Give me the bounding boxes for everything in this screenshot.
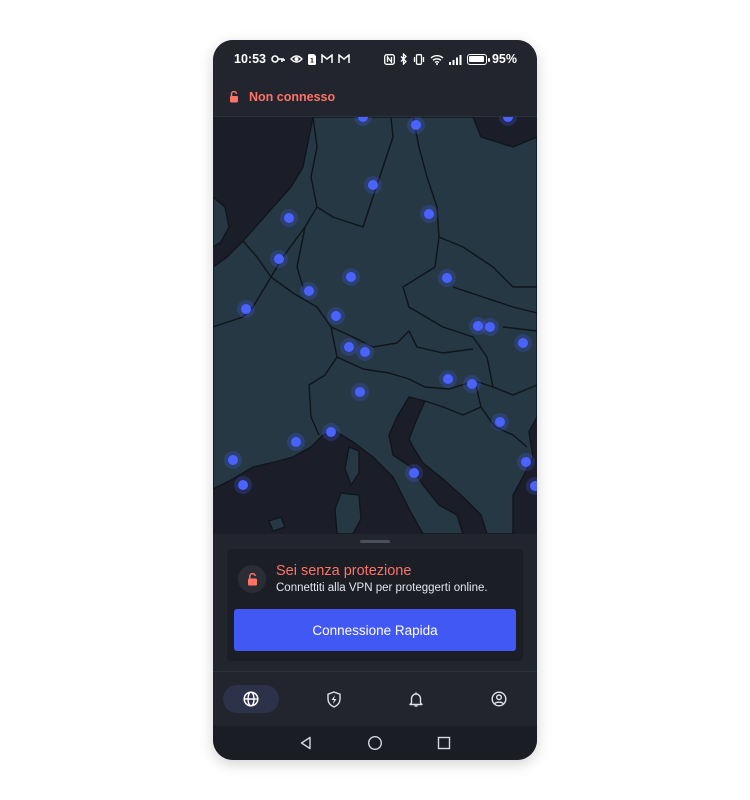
server-location-pin[interactable]	[224, 451, 242, 469]
sheet-drag-handle[interactable]	[360, 540, 390, 543]
server-location-pin[interactable]	[491, 413, 509, 431]
bluetooth-icon	[400, 53, 407, 65]
map-svg	[213, 117, 537, 534]
pin-dot	[442, 273, 452, 283]
key-icon	[271, 55, 285, 63]
bell-icon	[409, 692, 423, 707]
server-location-pin[interactable]	[481, 318, 499, 336]
tab-protection[interactable]	[306, 685, 362, 713]
pin-dot	[424, 209, 434, 219]
pin-dot	[304, 286, 314, 296]
tab-servers[interactable]	[223, 685, 279, 713]
pin-dot	[274, 254, 284, 264]
server-location-pin[interactable]	[342, 268, 360, 286]
gmail-icon	[338, 54, 350, 63]
pin-dot	[443, 374, 453, 384]
bottom-tab-bar	[213, 671, 537, 726]
pin-dot	[411, 120, 421, 130]
system-navigation-bar	[213, 726, 537, 760]
pin-dot	[291, 437, 301, 447]
sim-icon: 1	[307, 53, 316, 65]
server-location-pin[interactable]	[438, 269, 456, 287]
protection-card: Sei senza protezione Connettiti alla VPN…	[227, 549, 523, 661]
pin-dot	[360, 347, 370, 357]
globe-icon	[243, 691, 259, 707]
wifi-icon	[430, 54, 444, 65]
quick-connect-button[interactable]: Connessione Rapida	[234, 609, 516, 651]
svg-text:1: 1	[310, 57, 314, 64]
battery-percent: 95%	[491, 52, 517, 66]
server-location-pin[interactable]	[351, 383, 369, 401]
server-location-pin[interactable]	[234, 476, 252, 494]
home-icon	[367, 735, 383, 751]
bottom-sheet: Sei senza protezione Connettiti alla VPN…	[213, 534, 537, 671]
server-location-pin[interactable]	[405, 464, 423, 482]
server-location-pin[interactable]	[270, 250, 288, 268]
phone-screen: 10:53 1 95% Non connesso Sei senza prote…	[213, 40, 537, 760]
pin-dot	[368, 180, 378, 190]
pin-dot	[241, 304, 251, 314]
pin-dot	[344, 342, 354, 352]
pin-dot	[326, 427, 336, 437]
pin-dot	[355, 387, 365, 397]
connection-status-bar[interactable]: Non connesso	[213, 78, 537, 117]
tab-account[interactable]	[471, 685, 527, 713]
pin-dot	[346, 272, 356, 282]
server-location-pin[interactable]	[327, 307, 345, 325]
vibrate-icon	[413, 53, 425, 65]
unlocked-padlock-icon	[230, 91, 238, 103]
pin-dot	[467, 379, 477, 389]
back-button[interactable]	[296, 733, 316, 753]
unlocked-padlock-icon	[238, 565, 266, 593]
gmail-icon	[321, 54, 333, 63]
server-location-pin[interactable]	[420, 205, 438, 223]
nfc-icon	[384, 53, 395, 65]
pin-dot	[331, 311, 341, 321]
home-button[interactable]	[365, 733, 385, 753]
pin-dot	[228, 455, 238, 465]
pin-dot	[485, 322, 495, 332]
recents-icon	[437, 736, 451, 750]
connection-status-label: Non connesso	[249, 90, 336, 104]
server-location-pin[interactable]	[463, 375, 481, 393]
user-circle-icon	[491, 691, 507, 707]
tab-notifications[interactable]	[388, 685, 444, 713]
pin-dot	[521, 457, 531, 467]
protection-title: Sei senza protezione	[276, 563, 412, 579]
server-location-pin[interactable]	[364, 176, 382, 194]
server-location-pin[interactable]	[300, 282, 318, 300]
server-location-pin[interactable]	[439, 370, 457, 388]
battery-icon	[466, 53, 490, 65]
status-bar-left: 10:53 1	[234, 52, 350, 66]
server-location-pin[interactable]	[340, 338, 358, 356]
status-bar-right: 95%	[384, 52, 517, 66]
server-location-pin[interactable]	[322, 423, 340, 441]
protection-subtitle: Connettiti alla VPN per proteggerti onli…	[276, 582, 488, 594]
eye-icon	[290, 55, 303, 63]
server-location-pin[interactable]	[237, 300, 255, 318]
pin-dot	[495, 417, 505, 427]
pin-dot	[238, 480, 248, 490]
server-location-pin[interactable]	[517, 453, 535, 471]
pin-dot	[518, 338, 528, 348]
clock: 10:53	[234, 52, 266, 66]
server-location-pin[interactable]	[514, 334, 532, 352]
battery-fill	[469, 56, 484, 62]
pin-dot	[409, 468, 419, 478]
status-bar: 10:53 1 95%	[213, 40, 537, 78]
server-location-pin[interactable]	[280, 209, 298, 227]
server-location-pin[interactable]	[287, 433, 305, 451]
server-location-pin[interactable]	[356, 343, 374, 361]
back-icon	[300, 736, 311, 750]
server-map[interactable]	[213, 117, 537, 534]
signal-icon	[448, 54, 462, 65]
pin-dot	[284, 213, 294, 223]
recents-button[interactable]	[434, 733, 454, 753]
shield-bolt-icon	[327, 690, 341, 708]
